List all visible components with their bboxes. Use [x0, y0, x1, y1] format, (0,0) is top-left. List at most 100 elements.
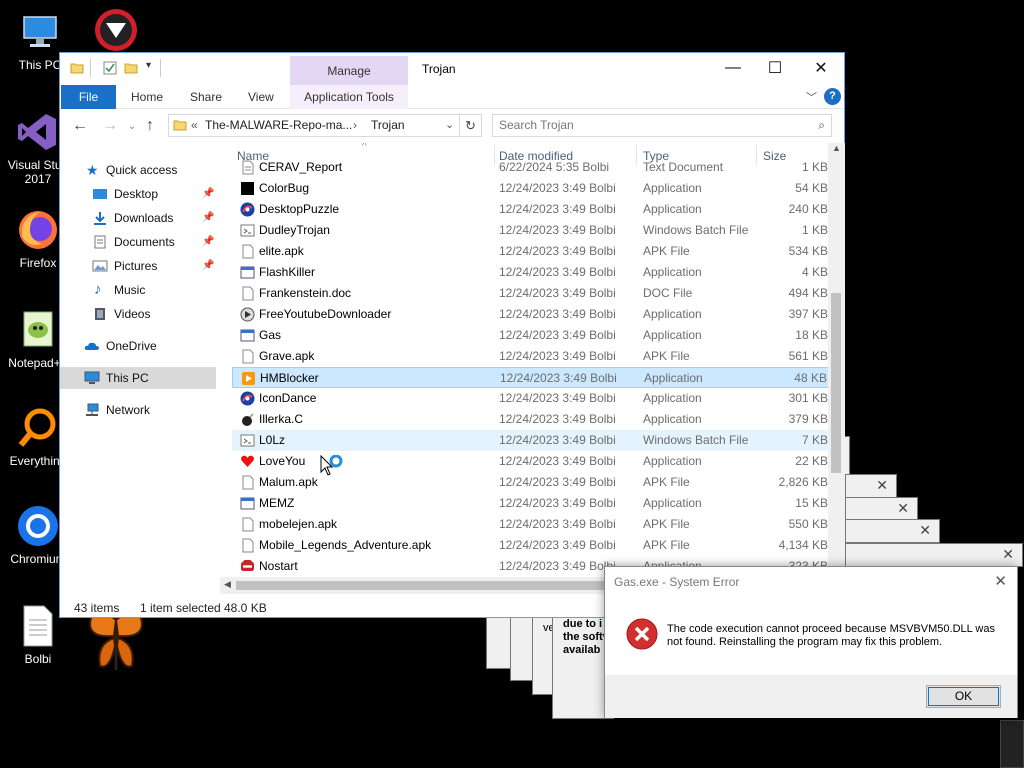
properties-icon[interactable]: [103, 61, 117, 75]
breadcrumb-parent[interactable]: The-MALWARE-Repo-ma...: [205, 115, 352, 136]
file-date: 12/24/2023 3:49 Bolbi: [499, 412, 616, 426]
vertical-scrollbar[interactable]: ▲: [828, 143, 845, 573]
vertical-scroll-thumb[interactable]: [831, 293, 841, 473]
close-icon[interactable]: ✕: [919, 522, 931, 539]
nav-label: Music: [114, 283, 146, 297]
file-type: APK File: [643, 538, 690, 552]
breadcrumb-current[interactable]: Trojan: [371, 115, 405, 136]
ribbon-expand-icon[interactable]: ﹀: [806, 89, 817, 105]
breadcrumb-overflow[interactable]: «: [191, 115, 198, 136]
nav-pictures[interactable]: Pictures 📌: [60, 255, 216, 277]
file-name: DesktopPuzzle: [259, 202, 340, 216]
table-row[interactable]: mobelejen.apk 12/24/2023 3:49 Bolbi APK Fi…: [232, 514, 830, 535]
pin-icon[interactable]: 📌: [202, 207, 214, 229]
table-row[interactable]: elite.apk 12/24/2023 3:49 Bolbi APK File 53…: [232, 241, 830, 262]
file-name: LoveYou: [259, 454, 306, 468]
nav-music[interactable]: ♪ Music: [60, 279, 216, 301]
documents-icon: [94, 235, 106, 249]
close-icon[interactable]: ✕: [876, 477, 888, 494]
file-name: ColorBug: [259, 181, 310, 195]
table-row[interactable]: DudleyTrojan 12/24/2023 3:49 Bolbi Windows…: [232, 220, 830, 241]
table-row[interactable]: Mobile_Legends_Adventure.apk 12/24/2023 3…: [232, 535, 830, 556]
address-field[interactable]: « The-MALWARE-Repo-ma... › Trojan ⌄: [168, 114, 460, 137]
table-row[interactable]: FlashKiller 12/24/2023 3:49 Bolbi Applicat…: [232, 262, 830, 283]
refresh-button[interactable]: ↻: [460, 114, 482, 137]
close-icon[interactable]: ✕: [1002, 546, 1014, 563]
nav-videos[interactable]: Videos: [60, 303, 216, 325]
close-button[interactable]: ✕: [798, 53, 844, 83]
file-name: mobelejen.apk: [259, 517, 338, 531]
new-folder-icon[interactable]: [124, 61, 138, 75]
up-button[interactable]: ↑: [146, 117, 154, 135]
tab-application-tools[interactable]: Application Tools: [290, 85, 408, 109]
nav-network[interactable]: Network: [60, 399, 216, 421]
breadcrumb-separator[interactable]: ›: [353, 115, 357, 136]
help-icon[interactable]: ?: [824, 88, 841, 105]
film-icon: [95, 308, 105, 320]
error-icon: [626, 618, 658, 650]
nav-label: Videos: [114, 307, 151, 321]
tab-view[interactable]: View: [248, 85, 274, 109]
tab-manage[interactable]: Manage: [290, 56, 408, 85]
file-type: Application: [644, 371, 703, 385]
tab-share[interactable]: Share: [190, 85, 222, 109]
file-date: 12/24/2023 3:49 Bolbi: [499, 307, 616, 321]
table-row[interactable]: HMBlocker 12/24/2023 3:49 Bolbi Applicatio…: [232, 367, 830, 388]
scroll-left-icon[interactable]: ◀: [224, 579, 231, 590]
scroll-up-icon[interactable]: ▲: [832, 143, 841, 153]
forward-button[interactable]: →: [102, 117, 118, 135]
table-row[interactable]: Grave.apk 12/24/2023 3:49 Bolbi APK File 56…: [232, 346, 830, 367]
chevron-down-icon[interactable]: ⌄: [445, 115, 454, 136]
recent-locations-icon[interactable]: ⌄: [128, 121, 136, 132]
back-button[interactable]: ←: [72, 117, 88, 135]
nav-desktop[interactable]: Desktop 📌: [60, 183, 216, 205]
tab-home[interactable]: Home: [131, 85, 163, 109]
table-row[interactable]: L0Lz 12/24/2023 3:49 Bolbi Windows Batch F…: [232, 430, 830, 451]
table-row[interactable]: Illerka.C 12/24/2023 3:49 Bolbi Applicatio…: [232, 409, 830, 430]
file-size: 494 KB: [788, 286, 828, 300]
window-app-icon: [240, 265, 255, 280]
pin-icon[interactable]: 📌: [202, 183, 214, 205]
table-row[interactable]: Frankenstein.doc 12/24/2023 3:49 Bolbi DOC…: [232, 283, 830, 304]
error-message: The code execution cannot proceed becaus…: [667, 623, 995, 648]
file-size: 2,826 KB: [778, 475, 828, 489]
file-date: 12/24/2023 3:49 Bolbi: [499, 181, 616, 195]
blank-file-icon: [240, 349, 255, 364]
close-icon[interactable]: ✕: [994, 572, 1007, 590]
nav-downloads[interactable]: Downloads 📌: [60, 207, 216, 229]
file-name: FlashKiller: [259, 265, 316, 279]
table-row[interactable]: CERAV_Report 6/22/2024 5:35 Bolbi Text Doc…: [232, 157, 830, 178]
file-date: 12/24/2023 3:49 Bolbi: [499, 349, 616, 363]
table-row[interactable]: IconDance 12/24/2023 3:49 Bolbi Applicatio…: [232, 388, 830, 409]
nav-label: OneDrive: [106, 339, 157, 353]
search-input[interactable]: Search Trojan ⌕: [492, 114, 832, 137]
file-name: Illerka.C: [259, 412, 304, 426]
title-bar[interactable]: ▾ Manage Trojan — ☐ ✕: [60, 53, 844, 85]
nav-this-pc[interactable]: This PC: [60, 367, 216, 389]
table-row[interactable]: MEMZ 12/24/2023 3:49 Bolbi Application 15 K…: [232, 493, 830, 514]
table-row[interactable]: FreeYoutubeDownloader 12/24/2023 3:49 Bol…: [232, 304, 830, 325]
file-size: 1 KB: [801, 160, 828, 174]
table-row[interactable]: DesktopPuzzle 12/24/2023 3:49 Bolbi Applic…: [232, 199, 830, 220]
ok-button[interactable]: OK: [926, 685, 1001, 708]
batch-file-icon: [240, 223, 255, 238]
file-date: 12/24/2023 3:49 Bolbi: [499, 433, 616, 447]
file-size: 379 KB: [788, 412, 828, 426]
desktop-icon-app[interactable]: [78, 6, 154, 54]
monitor-icon: [84, 371, 100, 384]
pin-icon[interactable]: 📌: [202, 255, 214, 277]
file-type: Application: [643, 391, 702, 405]
file-date: 12/24/2023 3:49 Bolbi: [499, 496, 616, 510]
table-row[interactable]: Gas 12/24/2023 3:49 Bolbi Application 18 KB: [232, 325, 830, 346]
table-row[interactable]: ColorBug 12/24/2023 3:49 Bolbi Application…: [232, 178, 830, 199]
pin-icon[interactable]: 📌: [202, 231, 214, 253]
nav-quick-access[interactable]: ★ Quick access: [60, 159, 216, 181]
nav-documents[interactable]: Documents 📌: [60, 231, 216, 253]
maximize-button[interactable]: ☐: [752, 53, 798, 83]
minimize-button[interactable]: —: [710, 53, 756, 83]
file-size: 15 KB: [795, 496, 828, 510]
tab-file[interactable]: File: [61, 85, 116, 109]
quick-access-dropdown-icon[interactable]: ▾: [146, 60, 151, 71]
nav-onedrive[interactable]: OneDrive: [60, 335, 216, 357]
close-icon[interactable]: ✕: [897, 500, 909, 517]
